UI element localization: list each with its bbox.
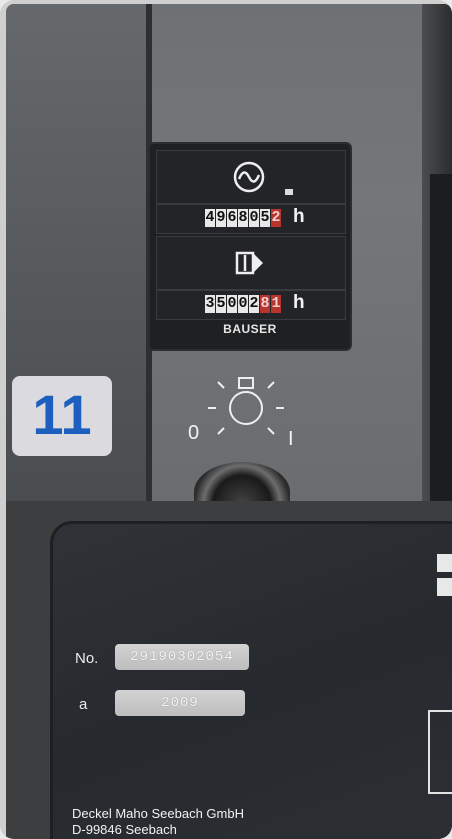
photo-number: 11 [32,383,92,446]
nameplate: No. 29190302054 a 2009 [50,521,452,839]
hour-meter: 4 9 6 8 0 5 2 h 3 5 0 0 2 8 1 h BAUSER [150,144,350,349]
wiring-diagram [428,710,452,794]
serial-label: No. [75,650,99,667]
digit: 8 [238,209,248,227]
photo-number-badge: 11 [12,376,112,456]
year-value: 2009 [115,690,245,716]
counter2-unit: h [293,292,305,313]
counter1-unit: h [293,206,305,227]
logo-block [437,578,452,596]
digit-decimal: 2 [271,209,281,227]
digit: 3 [205,295,215,313]
digit: 0 [227,295,237,313]
digit: 9 [216,209,226,227]
counter2-digits: 3 5 0 0 2 8 1 [205,295,281,313]
year-label: a [79,696,88,713]
digit: 4 [205,209,215,227]
serial-value: 29190302054 [115,644,249,670]
power-sine-icon [233,161,293,195]
switch-on-label: I [288,428,294,450]
digit-decimal: 1 [271,295,281,313]
maker-name: Deckel Maho Seebach GmbH [72,806,244,821]
maker-address: D-99846 Seebach [72,822,177,837]
spindle-run-icon [235,251,263,275]
digit-decimal: 8 [260,295,270,313]
digit: 0 [249,209,259,227]
counter2-icon-row [156,236,346,290]
hour-meter-brand: BAUSER [223,322,277,336]
machine-panel-photo: 4 9 6 8 0 5 2 h 3 5 0 0 2 8 1 h BAUSER 1… [6,4,452,501]
nameplate-photo: No. 29190302054 a 2009 [6,501,452,839]
photo-collage: 4 9 6 8 0 5 2 h 3 5 0 0 2 8 1 h BAUSER 1… [0,0,452,839]
lamp-icon [208,377,284,435]
logo-block [437,554,452,572]
switch-off-label: 0 [188,422,200,444]
digit: 0 [238,295,248,313]
counter1-digits: 4 9 6 8 0 5 2 [205,209,281,227]
digit: 5 [216,295,226,313]
counter2-row: 3 5 0 0 2 8 1 h [156,290,346,320]
counter1-row: 4 9 6 8 0 5 2 h [156,204,346,234]
digit: 6 [227,209,237,227]
digit: 2 [249,295,259,313]
panel-right-strip [430,174,452,501]
digit: 5 [260,209,270,227]
counter1-icon-row [156,150,346,204]
